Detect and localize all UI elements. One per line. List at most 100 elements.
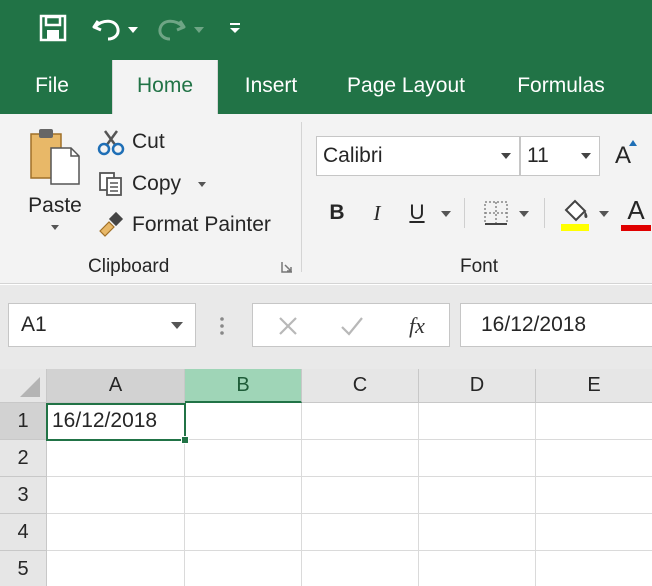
row-header-2[interactable]: 2	[0, 440, 47, 477]
cell-c5[interactable]	[302, 551, 419, 586]
fill-color-button[interactable]	[556, 194, 594, 234]
tab-insert[interactable]: Insert	[230, 58, 312, 114]
bold-button[interactable]: B	[322, 196, 352, 230]
formula-buttons: fx	[252, 303, 450, 347]
cell-c1[interactable]	[302, 403, 419, 440]
cell-a2[interactable]	[47, 440, 185, 477]
font-color-label: A	[627, 195, 645, 225]
cell-b1[interactable]	[185, 403, 302, 440]
cell-e5[interactable]	[536, 551, 652, 586]
copy-icon	[96, 169, 126, 199]
copy-label: Copy	[132, 172, 182, 195]
borders-dropdown-icon[interactable]	[516, 204, 532, 224]
cut-label: Cut	[132, 130, 165, 153]
cancel-icon[interactable]	[271, 310, 305, 342]
tab-page-layout[interactable]: Page Layout	[330, 58, 482, 114]
cell-d2[interactable]	[419, 440, 536, 477]
triangle-up-icon	[629, 140, 637, 146]
cell-b2[interactable]	[185, 440, 302, 477]
column-header-a[interactable]: A	[47, 369, 185, 403]
font-size-dropdown[interactable]: 11	[520, 136, 600, 176]
italic-button[interactable]: I	[362, 196, 392, 230]
cell-d5[interactable]	[419, 551, 536, 586]
format-painter-label: Format Painter	[132, 213, 271, 236]
select-all-corner[interactable]	[0, 369, 47, 403]
paste-button[interactable]: Paste	[22, 126, 88, 248]
cell-a4[interactable]	[47, 514, 185, 551]
font-name-dropdown[interactable]: Calibri	[316, 136, 520, 176]
increase-font-size-button[interactable]: A	[608, 138, 638, 174]
font-size-value: 11	[527, 144, 549, 167]
redo-icon[interactable]	[154, 10, 210, 46]
column-header-d[interactable]: D	[419, 369, 536, 403]
row-header-4[interactable]: 4	[0, 514, 47, 551]
dialog-launcher-icon[interactable]	[280, 260, 294, 274]
worksheet-grid: A B C D E 1 2 3 4 5 16/12/2018	[0, 369, 652, 586]
cell-e4[interactable]	[536, 514, 652, 551]
save-icon[interactable]	[34, 10, 72, 46]
chevron-down-icon	[501, 153, 511, 159]
ribbon-tabs: File Home Insert Page Layout Formulas	[0, 58, 652, 116]
chevron-down-icon	[171, 322, 183, 329]
cell-c4[interactable]	[302, 514, 419, 551]
row-header-1[interactable]: 1	[0, 403, 47, 440]
name-box-value: A1	[21, 313, 47, 336]
underline-button[interactable]: U	[402, 196, 432, 230]
copy-button[interactable]: Copy	[96, 168, 209, 200]
copy-dropdown-icon[interactable]	[195, 179, 209, 189]
divider	[544, 198, 545, 228]
name-box[interactable]: A1	[8, 303, 196, 347]
undo-icon[interactable]	[88, 10, 144, 46]
paste-icon	[30, 129, 80, 185]
paste-label: Paste	[28, 194, 82, 217]
column-header-c[interactable]: C	[302, 369, 419, 403]
font-color-swatch	[621, 225, 651, 231]
font-group-label: Font	[460, 256, 499, 277]
chevron-down-icon	[581, 153, 591, 159]
vertical-dots-icon[interactable]	[218, 311, 226, 341]
cell-a1[interactable]: 16/12/2018	[47, 403, 185, 440]
cell-e2[interactable]	[536, 440, 652, 477]
cell-b5[interactable]	[185, 551, 302, 586]
paint-bucket-icon	[561, 199, 589, 231]
row-header-5[interactable]: 5	[0, 551, 47, 586]
tab-formulas[interactable]: Formulas	[502, 58, 620, 114]
cell-d1[interactable]	[419, 403, 536, 440]
clipboard-group-label: Clipboard	[88, 256, 170, 277]
ribbon: Paste Cut Copy Format Painter Clipboard …	[0, 114, 652, 284]
cell-d4[interactable]	[419, 514, 536, 551]
cell-e3[interactable]	[536, 477, 652, 514]
paste-dropdown-icon	[51, 225, 59, 230]
borders-icon	[484, 201, 508, 225]
formula-bar: A1 fx 16/12/2018	[0, 285, 652, 369]
cell-d3[interactable]	[419, 477, 536, 514]
insert-function-icon[interactable]: fx	[399, 310, 435, 342]
divider	[464, 198, 465, 228]
cell-c2[interactable]	[302, 440, 419, 477]
group-separator	[301, 122, 302, 272]
cell-b4[interactable]	[185, 514, 302, 551]
cut-button[interactable]: Cut	[96, 126, 165, 158]
fill-handle[interactable]	[181, 436, 189, 444]
tab-file[interactable]: File	[20, 58, 84, 114]
checkmark-icon[interactable]	[335, 310, 369, 342]
quick-access-toolbar	[0, 0, 652, 58]
cell-a5[interactable]	[47, 551, 185, 586]
customize-qat-icon[interactable]	[222, 10, 248, 46]
row-header-3[interactable]: 3	[0, 477, 47, 514]
format-painter-icon	[96, 210, 126, 240]
fill-color-dropdown-icon[interactable]	[596, 204, 612, 224]
formula-input[interactable]: 16/12/2018	[460, 303, 652, 347]
cell-b3[interactable]	[185, 477, 302, 514]
column-header-e[interactable]: E	[536, 369, 652, 403]
underline-dropdown-icon[interactable]	[438, 204, 454, 224]
borders-button[interactable]	[478, 196, 514, 230]
font-color-button[interactable]: A	[620, 194, 652, 234]
column-header-b[interactable]: B	[185, 369, 302, 403]
scissors-icon	[96, 127, 126, 157]
tab-home[interactable]: Home	[112, 60, 218, 116]
cell-a3[interactable]	[47, 477, 185, 514]
cell-c3[interactable]	[302, 477, 419, 514]
cell-e1[interactable]	[536, 403, 652, 440]
format-painter-button[interactable]: Format Painter	[96, 208, 271, 242]
